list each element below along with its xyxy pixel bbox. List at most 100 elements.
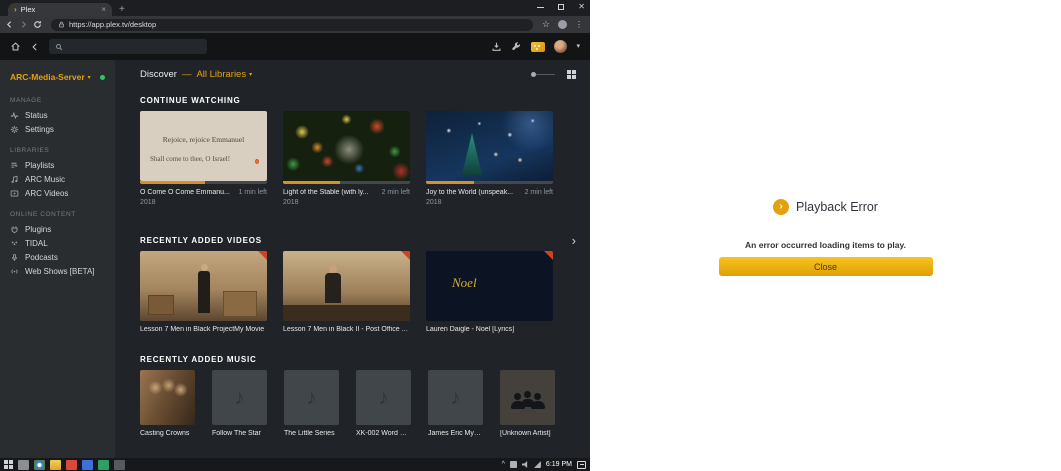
media-thumbnail[interactable] xyxy=(283,251,410,321)
tray-shield-icon[interactable] xyxy=(509,461,517,468)
album-title[interactable]: James Eric Myers xyxy=(428,430,483,437)
clock[interactable]: 6:19 PM xyxy=(546,461,572,468)
media-thumbnail[interactable] xyxy=(140,251,267,321)
server-selector[interactable]: ARC-Media-Server ▾ xyxy=(0,68,115,86)
album-cover[interactable]: ♪ xyxy=(428,370,483,425)
album-cover[interactable]: ♪ xyxy=(356,370,411,425)
media-thumbnail[interactable]: Noel xyxy=(426,251,553,321)
browser-back-button[interactable] xyxy=(5,20,14,29)
minimize-button[interactable] xyxy=(537,6,545,8)
browser-refresh-button[interactable] xyxy=(33,20,42,29)
album-title[interactable]: [Unknown Artist] xyxy=(500,430,555,437)
card-size-slider[interactable] xyxy=(531,71,555,77)
tray-expand-icon[interactable]: ^ xyxy=(502,461,505,468)
media-thumbnail[interactable] xyxy=(283,111,410,181)
network-icon[interactable] xyxy=(533,461,541,468)
taskbar-app-icon-6[interactable] xyxy=(98,459,109,470)
error-title: Playback Error xyxy=(796,200,878,214)
taskbar-app-icon-5[interactable] xyxy=(82,459,93,470)
media-title[interactable]: Lauren Daigle - Noel [Lyrics] xyxy=(426,326,553,333)
group-silhouette-icon xyxy=(510,387,545,409)
media-title[interactable]: Light of the Stable (with ly... xyxy=(283,189,378,196)
album-cover[interactable] xyxy=(500,370,555,425)
media-title[interactable]: Joy to the World (unspeak... xyxy=(426,189,521,196)
album-cover[interactable]: ♪ xyxy=(212,370,267,425)
sidebar-item-arc-videos[interactable]: ARC Videos xyxy=(0,186,115,200)
media-thumbnail[interactable]: Rejoice, rejoice Emmanuel Shall come to … xyxy=(140,111,267,181)
album-card: ♪ The Little Series xyxy=(284,370,339,437)
browser-profile-icon[interactable] xyxy=(558,20,567,29)
album-cover[interactable] xyxy=(140,370,195,425)
filter-caret-icon[interactable]: ▾ xyxy=(249,71,252,78)
plex-search-box[interactable] xyxy=(49,39,207,54)
time-left-label: 2 min left xyxy=(381,189,410,196)
bookmark-star-icon[interactable]: ☆ xyxy=(542,20,550,29)
toolbar-right-icons: ☆ ⋮ xyxy=(542,20,585,29)
browser-forward-button[interactable] xyxy=(19,20,28,29)
close-window-button[interactable]: ✕ xyxy=(578,3,585,11)
media-title[interactable]: O Come O Come Emmanu... xyxy=(140,189,235,196)
sidebar-item-tidal[interactable]: TIDAL xyxy=(0,236,115,250)
address-bar[interactable]: https://app.plex.tv/desktop xyxy=(51,18,533,31)
browser-menu-icon[interactable]: ⋮ xyxy=(575,20,583,29)
promo-tile-icon[interactable] xyxy=(531,41,546,52)
progress-bar xyxy=(426,181,553,184)
media-title[interactable]: Lesson 7 Men in Black II - Post Office A… xyxy=(283,326,410,333)
recent-videos-header: RECENTLY ADDED VIDEOS › xyxy=(140,234,576,247)
library-filter-dropdown[interactable]: All Libraries xyxy=(196,69,246,80)
media-title[interactable]: Lesson 7 Men in Black ProjectMy Movie xyxy=(140,326,267,333)
user-menu-caret-icon[interactable]: ▾ xyxy=(576,43,580,50)
search-icon xyxy=(55,43,63,51)
sidebar-section-manage: MANAGE xyxy=(10,97,42,104)
taskbar-app-icon-7[interactable] xyxy=(114,459,125,470)
close-button[interactable]: Close xyxy=(718,257,933,276)
album-title[interactable]: The Little Series xyxy=(284,430,339,437)
taskbar-app-icon-4[interactable] xyxy=(66,459,77,470)
taskbar-app-icon-1[interactable] xyxy=(18,459,29,470)
sidebar-item-plugins[interactable]: Plugins xyxy=(0,222,115,236)
user-avatar[interactable] xyxy=(554,40,568,53)
music-note-icon: ♪ xyxy=(450,386,461,409)
media-thumbnail[interactable] xyxy=(426,111,553,181)
media-card: Joy to the World (unspeak... 2 min left … xyxy=(426,111,553,206)
taskbar-app-explorer-icon[interactable] xyxy=(50,459,61,470)
sidebar-section-libraries: LIBRARIES xyxy=(10,147,50,154)
recent-music-header: RECENTLY ADDED MUSIC xyxy=(140,355,576,364)
activity-downloads-icon[interactable] xyxy=(491,41,502,52)
taskbar-app-chrome-icon[interactable] xyxy=(34,459,45,470)
volume-icon[interactable] xyxy=(521,461,528,468)
plugins-icon xyxy=(10,225,19,234)
sidebar-item-settings[interactable]: Settings xyxy=(0,122,115,136)
video-icon xyxy=(10,189,19,198)
album-title[interactable]: Casting Crowns xyxy=(140,430,195,437)
server-caret-icon: ▾ xyxy=(87,74,91,81)
maximize-button[interactable] xyxy=(558,4,565,10)
search-input[interactable] xyxy=(67,42,201,51)
server-name: ARC-Media-Server xyxy=(10,72,85,82)
grid-view-icon[interactable] xyxy=(567,69,571,74)
playback-error-panel: › Playback Error An error occurred loadi… xyxy=(590,0,1061,471)
browser-tab[interactable]: › Plex × xyxy=(8,3,112,16)
sidebar-item-playlists[interactable]: Playlists xyxy=(0,158,115,172)
settings-wrench-icon[interactable] xyxy=(511,41,522,52)
start-button[interactable] xyxy=(4,460,13,469)
album-title[interactable]: Follow The Star xyxy=(212,430,267,437)
sidebar-item-web-shows[interactable]: Web Shows [BETA] xyxy=(0,264,115,278)
new-tab-button[interactable]: + xyxy=(119,5,125,16)
action-center-icon[interactable] xyxy=(577,460,586,469)
section-title: CONTINUE WATCHING xyxy=(140,96,241,105)
sidebar-item-arc-music[interactable]: ARC Music xyxy=(0,172,115,186)
podcasts-icon xyxy=(10,253,19,262)
scroll-right-chevron-icon[interactable]: › xyxy=(572,234,576,247)
tab-title: Plex xyxy=(20,5,36,14)
home-icon[interactable] xyxy=(10,41,21,52)
album-title[interactable]: XK-002 Word Music xyxy=(356,430,411,437)
webshows-icon xyxy=(10,267,19,276)
error-header: › Playback Error xyxy=(590,199,1061,215)
sidebar-item-podcasts[interactable]: Podcasts xyxy=(0,250,115,264)
tab-close-icon[interactable]: × xyxy=(101,5,106,14)
unwatched-corner-badge xyxy=(401,251,410,260)
sidebar-item-status[interactable]: Status xyxy=(0,108,115,122)
back-arrow-icon[interactable] xyxy=(30,42,40,52)
album-cover[interactable]: ♪ xyxy=(284,370,339,425)
